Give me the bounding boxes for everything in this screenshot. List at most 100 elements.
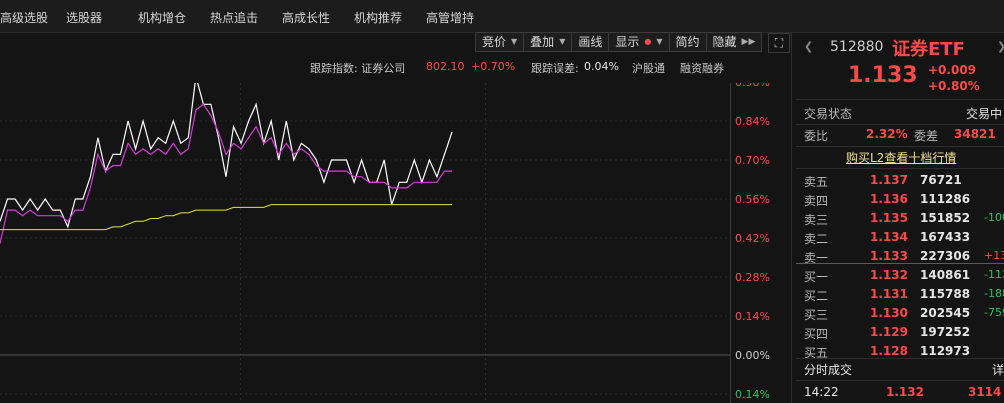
tick-row: 14:22 1.132 3114 [796,383,1004,401]
book-divider [796,263,1004,264]
overlay-dropdown[interactable]: 叠加 ▼ [524,32,573,52]
ask-row[interactable]: 卖二 1.134 167433 [796,228,1004,246]
bid-ask-ratio-label: 委比 [804,129,829,143]
level-label: 卖三 [804,213,829,227]
level-volume: 115788 [920,287,971,301]
next-arrow-icon[interactable]: ❯ [997,40,1004,53]
expand-icon: ⛶ [774,36,784,50]
level-label: 卖四 [804,194,829,208]
stock-name: 证券ETF [892,39,965,60]
bid-row[interactable]: 买三 1.130 202545 -7599 [796,304,1004,322]
level2-promo-link[interactable]: 购买L2查看十档行情 [846,149,956,166]
level-price: 1.134 [870,230,908,244]
tick-time: 14:22 [804,385,839,399]
level-volume: 111286 [920,192,971,206]
level-volume: 140861 [920,268,971,282]
auction-label: 竞价 [482,35,507,49]
quote-panel: ❮ 512880 证券ETF ❯ 1.133 +0.009 +0.80% 交易状… [796,32,1004,403]
fullscreen-button[interactable]: ⛶ [768,33,790,53]
tracking-index-label: 跟踪指数: 证券公司 [310,62,406,75]
shanghai-connect-tag[interactable]: 沪股通 [632,60,665,76]
level-label: 买四 [804,327,829,341]
divider [796,99,1004,100]
hide-panel-button[interactable]: 隐藏 ▶▶ [706,32,763,52]
top-navigation: 高级选股 选股器 机构增仓 热点追击 高成长性 机构推荐 高管增持 [0,0,1004,33]
ticks-detail-link[interactable]: 详 [992,361,1004,378]
tracking-index-value: 802.10 [426,60,465,73]
y-tick-label: 0.70% [735,154,770,167]
y-tick-label: 0.42% [735,232,770,245]
nav-hot-tracking[interactable]: 热点追击 [210,9,258,26]
y-tick-label: 0.98% [735,83,770,89]
divider [796,146,1004,147]
hide-panel-label: 隐藏 [712,35,737,49]
level-price: 1.131 [870,287,908,301]
level-volume: 197252 [920,325,971,339]
y-tick-label: 0.00% [735,349,770,362]
nav-stock-screener[interactable]: 选股器 [66,9,102,26]
nav-executive-increase[interactable]: 高管增持 [426,9,474,26]
chevron-down-icon: ▼ [656,37,663,46]
stock-code: 512880 [830,39,884,55]
panel-divider [791,32,792,403]
tracking-error-value: 0.04% [584,60,619,73]
double-arrow-right-icon: ▶▶ [741,37,756,47]
divider [796,124,1004,125]
prev-arrow-icon[interactable]: ❮ [804,40,813,53]
level-price: 1.128 [870,344,908,358]
bid-ask-diff-value: 34821 [954,127,996,141]
display-dropdown[interactable]: 显示 ● ▼ [609,32,670,52]
draw-line-button[interactable]: 画线 [572,32,610,52]
y-tick-label: 0.84% [735,115,770,128]
draw-line-label: 画线 [578,35,603,49]
level-price: 1.130 [870,306,908,320]
last-price: 1.133 [848,63,918,88]
level-price: 1.135 [870,211,908,225]
intraday-chart[interactable]: 0.98% 0.84% 0.70% 0.56% 0.42% 0.28% 0.14% 0.00%… [0,83,791,403]
price-change-pct: +0.80% [928,79,980,93]
ask-row[interactable]: 卖四 1.136 111286 [796,190,1004,208]
bid-row[interactable]: 买四 1.129 197252 [796,323,1004,341]
level-price: 1.136 [870,192,908,206]
y-tick-label: 0.14% [735,388,770,401]
bid-row[interactable]: 买二 1.131 115788 -18863 [796,285,1004,303]
divider [796,168,1004,169]
simple-mode-label: 简约 [675,35,700,49]
level-label: 买一 [804,270,829,284]
chevron-down-icon: ▼ [511,37,518,46]
simple-mode-button[interactable]: 简约 [669,32,707,52]
auction-dropdown[interactable]: 竞价 ▼ [475,32,525,52]
nav-advanced-screener[interactable]: 高级选股 [0,9,48,26]
level-price: 1.137 [870,173,908,187]
level-volume: 151852 [920,211,971,225]
y-tick-label: 0.56% [735,193,770,206]
level-volume: 202545 [920,306,971,320]
display-label: 显示 [615,35,640,49]
bid-row[interactable]: 买一 1.132 140861 -11261 [796,266,1004,284]
chart-grid [0,83,731,403]
dot-icon: ● [644,37,652,46]
level-label: 买三 [804,308,829,322]
chart-toolbar: 竞价 ▼ 叠加 ▼ 画线 显示 ● ▼ 简约 隐藏 ▶▶ [475,32,763,52]
level-label: 卖五 [804,175,829,189]
level-volume: 227306 [920,249,971,263]
y-tick-label: 0.14% [735,310,770,323]
level-price: 1.133 [870,249,908,263]
margin-trading-tag[interactable]: 融资融券 [680,60,724,76]
level-volume: 112973 [920,344,971,358]
bid-ask-diff-label: 委差 [914,129,939,143]
level-delta: -100 [984,211,1004,224]
ask-row[interactable]: 卖三 1.135 151852 -100 [796,209,1004,227]
nav-institution-recommend[interactable]: 机构推荐 [354,9,402,26]
ask-row[interactable]: 卖五 1.137 76721 [796,171,1004,189]
tracking-index-change: +0.70% [471,60,516,73]
trade-status-value: 交易中 [966,107,1003,121]
level-volume: 167433 [920,230,971,244]
level-delta: -11261 [984,268,1004,281]
trade-status-label: 交易状态 [804,107,853,121]
level-label: 买二 [804,289,829,303]
nav-institution-increase[interactable]: 机构增仓 [138,9,186,26]
level-delta: -18863 [984,287,1004,300]
level-volume: 76721 [920,173,962,187]
nav-high-growth[interactable]: 高成长性 [282,9,330,26]
